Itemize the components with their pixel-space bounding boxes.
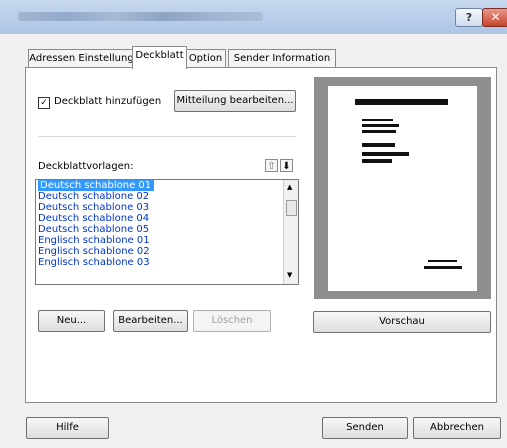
list-item[interactable]: Englisch schablone 01 xyxy=(36,235,298,246)
preview-line xyxy=(362,130,396,133)
dialog-window: ? ✕ Adressen Einstellung Deckblatt Optio… xyxy=(0,0,507,448)
send-button[interactable]: Senden xyxy=(322,417,408,439)
arrow-up-icon[interactable]: ⇧ xyxy=(265,159,278,172)
deckblatt-checkbox[interactable]: ✓ xyxy=(38,97,50,109)
list-scrollbar[interactable]: ▲ ▼ xyxy=(283,180,298,284)
tab-adressen-einstellung[interactable]: Adressen Einstellung xyxy=(28,49,135,68)
cover-preview xyxy=(314,77,491,299)
preview-line xyxy=(362,143,395,147)
list-item[interactable]: Englisch schablone 03 xyxy=(36,257,298,268)
edit-message-button[interactable]: Mitteilung bearbeiten... xyxy=(174,90,296,112)
preview-button[interactable]: Vorschau xyxy=(313,311,491,333)
tab-deckblatt[interactable]: Deckblatt xyxy=(132,46,187,69)
deckblatt-checkbox-label: Deckblatt hinzufügen xyxy=(54,96,162,107)
help-button[interactable]: Hilfe xyxy=(26,417,109,439)
preview-footer-line xyxy=(424,266,462,269)
scroll-up-icon[interactable]: ▲ xyxy=(287,183,292,191)
preview-line xyxy=(362,124,399,127)
delete-button: Löschen xyxy=(193,310,271,332)
preview-footer-line xyxy=(428,260,457,262)
list-item[interactable]: Deutsch schablone 03 xyxy=(36,202,298,213)
list-item[interactable]: Deutsch schablone 05 xyxy=(36,224,298,235)
preview-title-bar xyxy=(355,99,448,105)
list-item[interactable]: Englisch schablone 02 xyxy=(36,246,298,257)
window-title-blurred xyxy=(18,12,263,21)
templates-list[interactable]: Deutsch schablone 01 Deutsch schablone 0… xyxy=(35,179,299,285)
help-title-button[interactable]: ? xyxy=(455,8,483,27)
close-icon[interactable]: ✕ xyxy=(482,8,507,27)
list-item[interactable]: Deutsch schablone 04 xyxy=(36,213,298,224)
tab-option[interactable]: Option xyxy=(185,49,226,68)
scroll-down-icon[interactable]: ▼ xyxy=(287,271,292,279)
separator xyxy=(38,136,296,137)
arrow-down-icon[interactable]: ⬇ xyxy=(280,159,293,172)
new-button[interactable]: Neu... xyxy=(38,310,105,332)
tab-sender-information[interactable]: Sender Information xyxy=(228,49,336,68)
templates-label: Deckblattvorlagen: xyxy=(38,161,134,172)
preview-page xyxy=(328,86,477,291)
scroll-thumb[interactable] xyxy=(286,200,297,216)
preview-line xyxy=(362,159,392,163)
preview-line xyxy=(362,119,393,121)
title-bar: ? ✕ xyxy=(0,0,507,34)
edit-button[interactable]: Bearbeiten... xyxy=(113,310,188,332)
cancel-button[interactable]: Abbrechen xyxy=(413,417,501,439)
list-item[interactable]: Deutsch schablone 01 xyxy=(36,180,298,191)
preview-line xyxy=(362,152,409,156)
list-item[interactable]: Deutsch schablone 02 xyxy=(36,191,298,202)
